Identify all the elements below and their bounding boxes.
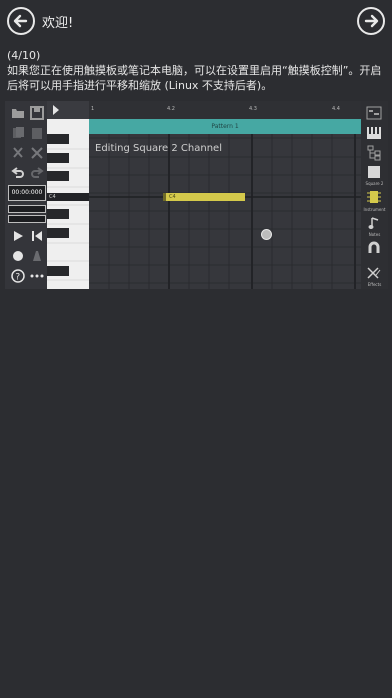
time-display: 00:00:000 bbox=[8, 185, 46, 201]
skip-back-icon[interactable] bbox=[29, 228, 45, 244]
hierarchy-icon[interactable] bbox=[366, 145, 382, 161]
right-toolbar: Square 2 Instrument Notes Effects bbox=[361, 101, 388, 289]
copy-icon[interactable] bbox=[10, 125, 26, 141]
arrow-right-icon bbox=[364, 14, 379, 28]
delete-icon[interactable] bbox=[29, 145, 45, 161]
magnet-icon[interactable] bbox=[366, 240, 382, 256]
channel-caption: Editing Square 2 Channel bbox=[95, 143, 222, 154]
notes-label: Notes bbox=[368, 232, 381, 237]
piano-icon[interactable] bbox=[366, 125, 382, 141]
ruler-mark-3: 4.3 bbox=[249, 106, 257, 112]
redo-icon[interactable] bbox=[29, 165, 45, 181]
chip-icon[interactable] bbox=[366, 189, 382, 205]
effects-label: Effects bbox=[367, 282, 382, 287]
record-icon[interactable] bbox=[10, 248, 26, 264]
tutorial-step: (4/10) bbox=[7, 49, 41, 62]
play-icon[interactable] bbox=[10, 228, 26, 244]
arrow-left-icon bbox=[13, 14, 28, 28]
ruler-mark-2: 4.2 bbox=[167, 106, 175, 112]
time-bar-1 bbox=[8, 205, 46, 213]
pattern-bar[interactable]: Pattern 1 bbox=[89, 119, 361, 134]
top-bar: 欢迎! bbox=[0, 0, 392, 42]
metronome-icon[interactable] bbox=[29, 248, 45, 264]
square-label: Square 2 bbox=[365, 181, 384, 186]
page-title: 欢迎! bbox=[42, 16, 74, 31]
timeline-ruler[interactable]: 1 4.2 4.3 4.4 bbox=[89, 101, 361, 119]
more-icon[interactable] bbox=[29, 268, 45, 284]
svg-text:?: ? bbox=[15, 273, 20, 283]
note-icon[interactable] bbox=[366, 215, 382, 231]
cut-icon[interactable] bbox=[10, 145, 26, 161]
undo-icon[interactable] bbox=[10, 165, 26, 181]
paste-icon[interactable] bbox=[29, 125, 45, 141]
editor-preview: 00:00:000 ? C4 1 4.2 4.3 4.4 Pattern 1 E… bbox=[5, 101, 388, 289]
ruler-mark-1: 1 bbox=[91, 106, 95, 112]
instrument-label: Instrument bbox=[363, 207, 386, 212]
note-label: C4 bbox=[169, 194, 176, 200]
key-label: C4 bbox=[49, 194, 56, 200]
folder-icon[interactable] bbox=[10, 105, 26, 121]
save-icon[interactable] bbox=[29, 105, 45, 121]
sequencer-icon[interactable] bbox=[366, 105, 382, 121]
piano-keys[interactable]: C4 bbox=[47, 101, 89, 289]
back-button[interactable] bbox=[7, 7, 35, 35]
square-icon[interactable] bbox=[366, 164, 382, 180]
effects-icon[interactable] bbox=[366, 265, 382, 281]
next-button[interactable] bbox=[357, 7, 385, 35]
help-icon[interactable]: ? bbox=[10, 268, 26, 284]
touch-indicator bbox=[261, 229, 272, 240]
ruler-mark-4: 4.4 bbox=[332, 106, 340, 112]
left-toolbar: 00:00:000 ? bbox=[5, 101, 47, 289]
time-bar-2 bbox=[8, 215, 46, 223]
tutorial-text: 如果您正在使用触摸板或笔记本电脑，可以在设置里启用“触摸板控制”。开启后将可以用… bbox=[7, 64, 382, 92]
